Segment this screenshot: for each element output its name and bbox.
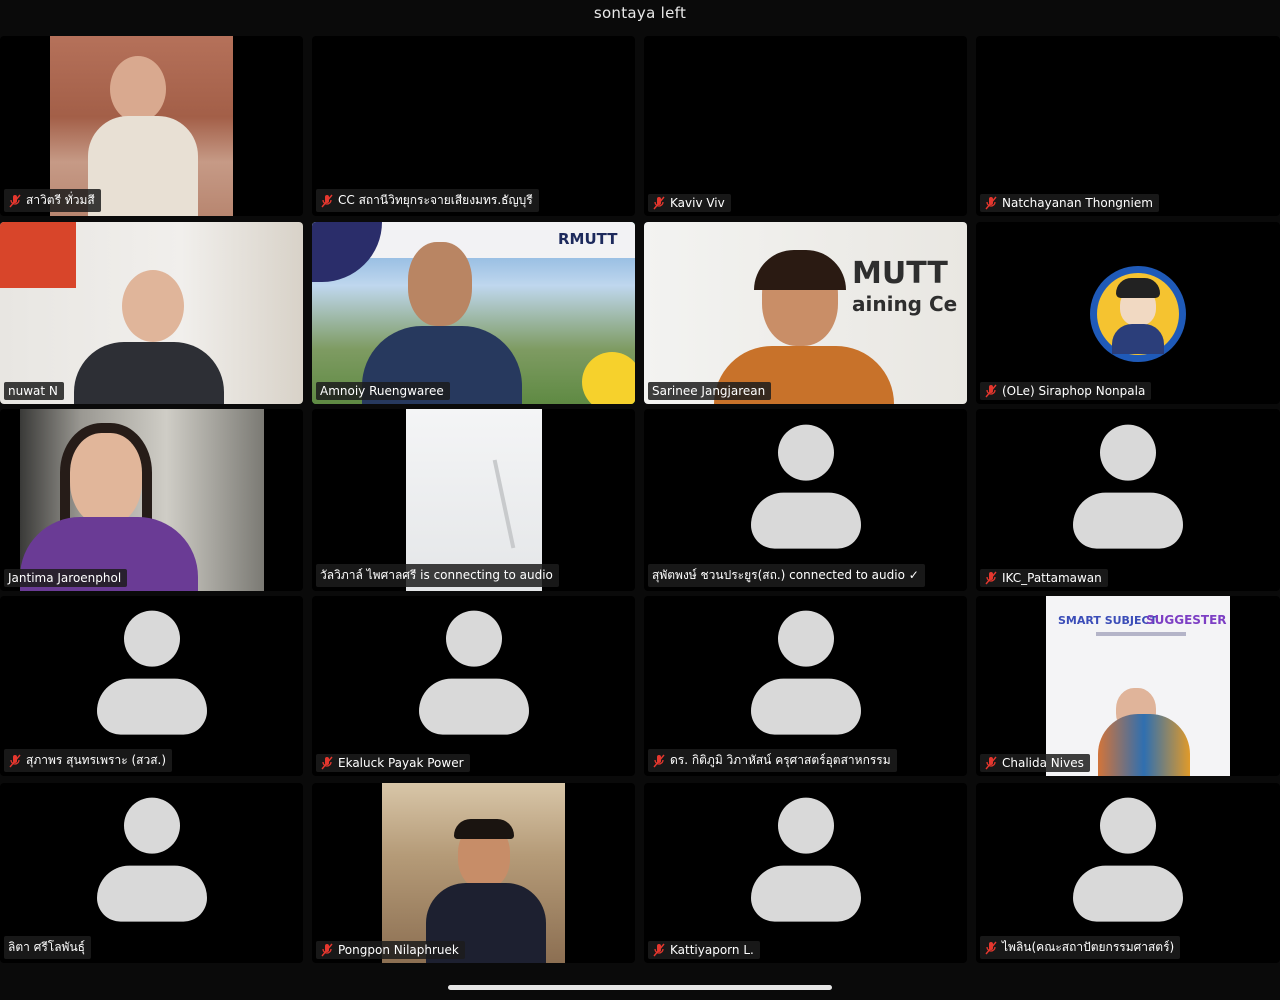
participant-name: สุพัตพงษ์ ชวนประยูร(สถ.) connected to au… [652,568,919,582]
default-avatar-icon [750,797,861,928]
participant-name-tag: Pongpon Nilaphruek [316,941,465,959]
participant-name: Natchayanan Thongniem [1002,196,1153,210]
participant-name: วัลวิภาล์ ไพศาลศรี is connecting to audi… [320,568,553,582]
participant-name-tag: Jantima Jaroenphol [4,569,128,587]
participant-name-tag: nuwat N [4,382,64,400]
participant-name: ลิตา ศรีโลพันธุ์ [8,940,85,954]
gallery-grid: สาวิตรี ทั่วมสี CC สถานีวิทยุกระจายเสียง… [0,0,1280,1000]
participant-tile-10[interactable]: วัลวิภาล์ ไพศาลศรี is connecting to audi… [312,409,635,591]
participant-tile-4[interactable]: Natchayanan Thongniem [976,36,1280,216]
participant-video [312,222,635,404]
mic-muted-icon [321,756,333,770]
participant-tile-12[interactable]: IKC_Pattamawan [976,409,1280,591]
participant-tile-20[interactable]: ไพลิน(คณะสถาปัตยกรรมศาสตร์) [976,783,1280,963]
participant-name: สุภาพร สุนทรเพราะ (สวส.) [26,753,167,767]
participant-tile-14[interactable]: Ekaluck Payak Power [312,596,635,776]
participant-name: nuwat N [8,384,58,398]
participant-tile-7[interactable]: MUTT aining Ce Sarinee Jangjarean [644,222,967,404]
mic-muted-icon [653,754,665,767]
participant-tile-3[interactable]: Kaviv Viv [644,36,967,216]
participant-tile-2[interactable]: CC สถานีวิทยุกระจายเสียงมทร.ธัญบุรี [312,36,635,216]
participant-name-tag: Chalida Nives [980,754,1090,772]
participant-name-tag: สุภาพร สุนทรเพราะ (สวส.) [4,749,173,772]
participant-name-tag: วัลวิภาล์ ไพศาลศรี is connecting to audi… [316,564,559,587]
participant-video [0,222,303,404]
participant-name: Chalida Nives [1002,756,1084,770]
participant-name-tag: CC สถานีวิทยุกระจายเสียงมทร.ธัญบุรี [316,189,539,212]
participant-tile-18[interactable]: Pongpon Nilaphruek [312,783,635,963]
participant-tile-8[interactable]: (OLe) Siraphop Nonpala [976,222,1280,404]
mic-muted-icon [9,754,21,767]
default-avatar-icon [96,610,207,741]
participant-video [20,409,264,591]
office-sign-text: MUTT [852,256,948,291]
participant-tile-17[interactable]: ลิตา ศรีโลพันธุ์ [0,783,303,963]
default-avatar-icon [1073,424,1183,555]
office-sign-text: aining Ce [852,292,958,316]
cartoon-avatar [1090,266,1186,362]
mic-muted-icon [985,196,997,210]
participant-name-tag: Kaviv Viv [648,194,731,212]
default-avatar-icon [1073,797,1183,928]
poster-title: SUGGESTER [1146,613,1227,627]
mic-muted-icon [653,943,665,957]
participant-name-tag: Amnoiy Ruengwaree [316,382,450,400]
participant-name: Jantima Jaroenphol [8,571,122,585]
participant-tile-5[interactable]: nuwat N [0,222,303,404]
participant-name: Amnoiy Ruengwaree [320,384,444,398]
participant-name: Sarinee Jangjarean [652,384,766,398]
participant-name-tag: (OLe) Siraphop Nonpala [980,382,1152,400]
participant-name: (OLe) Siraphop Nonpala [1002,384,1146,398]
participant-name-tag: ไพลิน(คณะสถาปัตยกรรมศาสตร์) [980,936,1181,959]
participant-tile-9[interactable]: Jantima Jaroenphol [0,409,303,591]
mic-muted-icon [653,196,665,210]
mic-muted-icon [321,194,333,207]
participant-tile-6-active-speaker[interactable]: RMUTT Amnoiy Ruengwaree [312,222,635,404]
participant-name: ไพลิน(คณะสถาปัตยกรรมศาสตร์) [1002,940,1175,954]
participant-tile-16[interactable]: SMART SUBJECT SUGGESTER Chalida Nives [976,596,1280,776]
participant-name: Kaviv Viv [670,196,725,210]
default-avatar-icon [96,797,207,928]
participant-name: CC สถานีวิทยุกระจายเสียงมทร.ธัญบุรี [338,193,533,207]
default-avatar-icon [750,610,861,741]
participant-name-tag: Natchayanan Thongniem [980,194,1159,212]
participant-name-tag: Ekaluck Payak Power [316,754,470,772]
participant-name: สาวิตรี ทั่วมสี [26,193,95,207]
participant-name-tag: Kattiyaporn L. [648,941,760,959]
mic-muted-icon [985,384,997,398]
participant-name-tag: ลิตา ศรีโลพันธุ์ [4,936,91,959]
participant-name-tag: ดร. กิติภูมิ วิภาหัสน์ ครุศาสตร์อุตสาหกร… [648,749,897,772]
participant-name: ดร. กิติภูมิ วิภาหัสน์ ครุศาสตร์อุตสาหกร… [670,753,891,767]
participant-name-tag: Sarinee Jangjarean [648,382,772,400]
default-avatar-icon [750,424,861,555]
participant-name-tag: สุพัตพงษ์ ชวนประยูร(สถ.) connected to au… [648,564,925,587]
mic-muted-icon [985,756,997,770]
mic-muted-icon [9,194,21,207]
participant-name-tag: IKC_Pattamawan [980,569,1108,587]
mic-muted-icon [321,943,333,957]
default-avatar-icon [418,610,529,741]
mic-muted-icon [985,571,997,585]
participant-tile-11[interactable]: สุพัตพงษ์ ชวนประยูร(สถ.) connected to au… [644,409,967,591]
rmutt-logo: RMUTT [558,230,618,248]
participant-tile-1[interactable]: สาวิตรี ทั่วมสี [0,36,303,216]
participant-poster-image: SMART SUBJECT SUGGESTER [1046,596,1230,776]
mic-muted-icon [985,941,997,954]
participant-video [382,783,565,963]
participant-name: Kattiyaporn L. [670,943,754,957]
participant-tile-19[interactable]: Kattiyaporn L. [644,783,967,963]
participant-name: IKC_Pattamawan [1002,571,1102,585]
participant-tile-13[interactable]: สุภาพร สุนทรเพราะ (สวส.) [0,596,303,776]
participant-tile-15[interactable]: ดร. กิติภูมิ วิภาหัสน์ ครุศาสตร์อุตสาหกร… [644,596,967,776]
participant-name-tag: สาวิตรี ทั่วมสี [4,189,101,212]
participant-name: Pongpon Nilaphruek [338,943,459,957]
participant-name: Ekaluck Payak Power [338,756,464,770]
poster-title: SMART SUBJECT [1058,614,1158,627]
home-indicator-bar[interactable] [448,985,832,990]
